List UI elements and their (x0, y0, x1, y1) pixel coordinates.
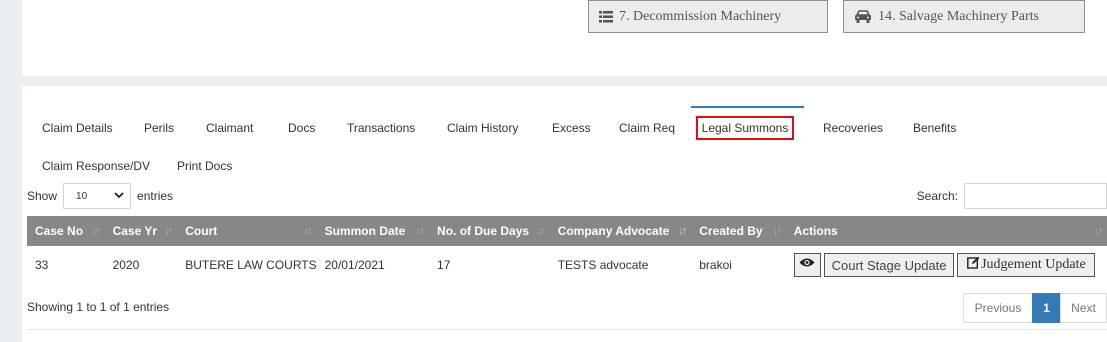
cell-due-days: 17 (437, 258, 451, 272)
tab-excess[interactable]: Excess (552, 106, 591, 142)
main-panel: Claim Details Perils Claimant Docs Trans… (22, 86, 1107, 342)
col-case-no[interactable]: Case No ↓↑ (27, 216, 105, 246)
tab-recoveries[interactable]: Recoveries (823, 106, 883, 142)
col-court[interactable]: Court ↓↑ (177, 216, 316, 246)
pagination-previous[interactable]: Previous (963, 293, 1033, 323)
tab-claim-history[interactable]: Claim History (447, 106, 518, 142)
legal-summons-table: Case No ↓↑ Case Yr ↓↑ Court ↓↑ Summon Date ↓… (27, 216, 1107, 284)
pagination-next[interactable]: Next (1060, 293, 1107, 323)
col-created-by[interactable]: Created By ↓↑ (691, 216, 785, 246)
entries-value: 10 (76, 190, 88, 202)
decommission-machinery-button[interactable]: 7. Decommission Machinery (588, 0, 828, 33)
table-header-row: Case No ↓↑ Case Yr ↓↑ Court ↓↑ Summon Date ↓… (27, 216, 1107, 246)
cell-advocate: TESTS advocate (557, 258, 649, 272)
tab-claim-req[interactable]: Claim Req (619, 106, 675, 142)
pagination: Previous 1 Next (963, 293, 1107, 323)
eye-icon (799, 257, 815, 273)
list-icon (599, 10, 613, 23)
judgement-update-button[interactable]: Judgement Update (957, 253, 1096, 277)
view-button[interactable] (793, 253, 821, 277)
tab-highlight-box: Legal Summons (696, 116, 794, 140)
tab-perils[interactable]: Perils (144, 106, 174, 142)
sort-icon: ↓↑ (772, 225, 782, 237)
divider (27, 329, 1107, 330)
top-panel: 7. Decommission Machinery 14. Salvage Ma… (22, 0, 1107, 76)
tab-benefits[interactable]: Benefits (913, 106, 956, 142)
chevron-down-icon (114, 191, 124, 202)
col-due-days[interactable]: No. of Due Days ↓↑ (429, 216, 550, 246)
tab-docs[interactable]: Docs (288, 106, 315, 142)
edit-icon (967, 256, 980, 274)
sort-ascending-icon: ↓↑ (678, 225, 687, 237)
sort-icon: ↓↑ (164, 225, 173, 237)
sort-icon: ↓↑ (536, 225, 546, 237)
search-input[interactable] (964, 183, 1107, 209)
pagination-page-1[interactable]: 1 (1032, 293, 1061, 323)
length-menu: Show 10 entries (27, 182, 173, 210)
tab-claim-response[interactable]: Claim Response/DV (42, 144, 150, 180)
sort-icon: ↓↑ (1094, 225, 1103, 237)
length-suffix: entries (137, 189, 174, 203)
salvage-label: 14. Salvage Machinery Parts (878, 8, 1039, 24)
cell-case-no: 33 (35, 258, 49, 272)
search-label: Search: (916, 189, 958, 203)
col-actions[interactable]: Actions ↓↑ (786, 216, 1107, 246)
tab-claimant[interactable]: Claimant (206, 106, 253, 142)
tab-claim-details[interactable]: Claim Details (42, 106, 113, 142)
table-row: 33 2020 BUTERE LAW COURTS 20/01/2021 17 … (27, 246, 1107, 284)
tab-print-docs[interactable]: Print Docs (177, 144, 232, 180)
col-case-yr[interactable]: Case Yr ↓↑ (105, 216, 178, 246)
table-info: Showing 1 to 1 of 1 entries (27, 300, 170, 314)
decommission-label: 7. Decommission Machinery (619, 8, 782, 24)
cell-actions: Court Stage Update Judgement Update (786, 246, 1107, 284)
judgement-update-label: Judgement Update (981, 257, 1086, 272)
salvage-machinery-parts-button[interactable]: 14. Salvage Machinery Parts (843, 0, 1085, 33)
cell-case-yr: 2020 (112, 258, 140, 272)
entries-select[interactable]: 10 (63, 183, 132, 209)
col-company-advocate[interactable]: Company Advocate ↓↑ (550, 216, 692, 246)
length-prefix: Show (27, 189, 58, 203)
search-area: Search: (917, 182, 1107, 210)
tab-legal-summons[interactable]: Legal Summons (691, 106, 804, 142)
sort-icon: ↓↑ (416, 225, 425, 237)
col-summon-date[interactable]: Summon Date ↓↑ (317, 216, 429, 246)
car-icon (854, 10, 872, 23)
sort-icon: ↓↑ (303, 225, 313, 237)
court-stage-update-button[interactable]: Court Stage Update (824, 253, 955, 277)
sort-icon: ↓↑ (91, 225, 101, 237)
tab-transactions[interactable]: Transactions (347, 106, 415, 142)
cell-summon-date: 20/01/2021 (324, 258, 385, 272)
cell-created-by: brakoi (699, 258, 732, 272)
cell-court: BUTERE LAW COURTS (185, 258, 317, 272)
